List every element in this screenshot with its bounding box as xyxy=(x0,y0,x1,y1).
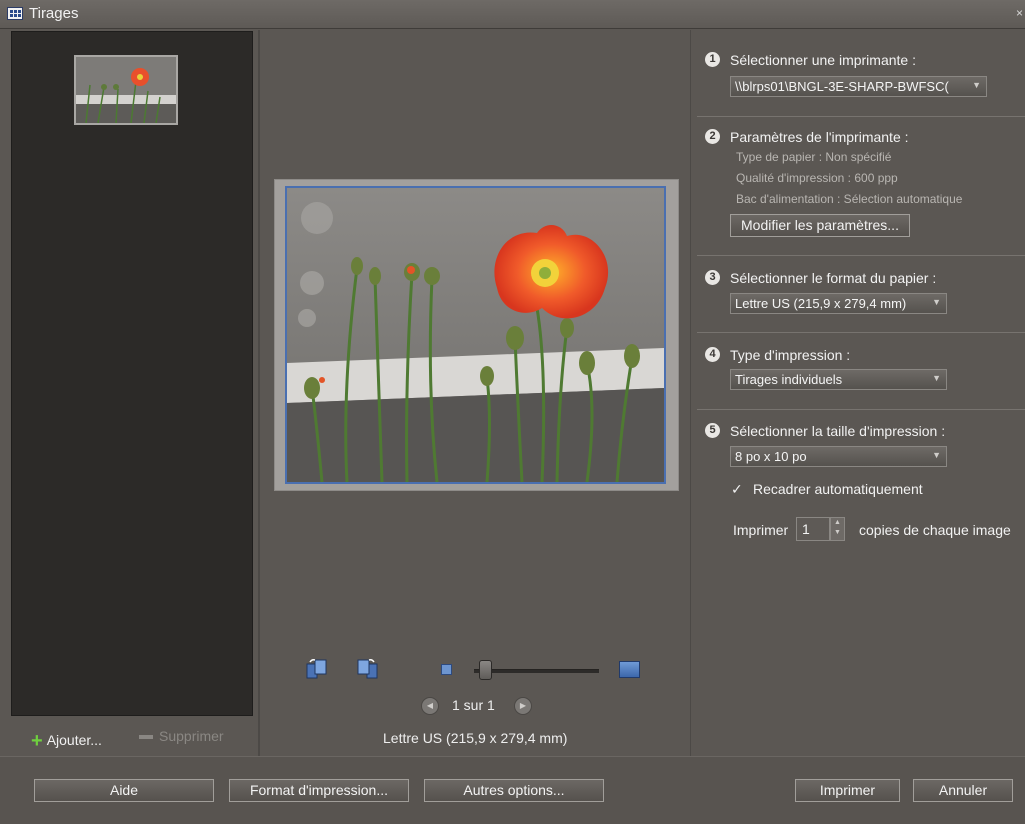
divider xyxy=(690,30,691,756)
step-label: Type d'impression : xyxy=(730,347,851,363)
divider xyxy=(258,30,260,756)
print-size-value: 8 po x 10 po xyxy=(735,449,807,464)
title-bar: Tirages × xyxy=(0,0,1025,29)
close-icon[interactable]: × xyxy=(1016,6,1023,20)
copies-suffix-label: copies de chaque image xyxy=(859,522,1011,538)
step-number: 5 xyxy=(705,423,720,438)
step-label: Sélectionner une imprimante : xyxy=(730,52,916,68)
preview-image[interactable] xyxy=(285,186,666,484)
more-options-button[interactable]: Autres options... xyxy=(424,779,604,802)
auto-crop-checkbox[interactable]: ✓ xyxy=(731,482,745,496)
poppy-photo xyxy=(287,188,664,482)
divider xyxy=(697,409,1025,410)
step-number: 3 xyxy=(705,270,720,285)
print-preview xyxy=(274,179,679,491)
step-number: 1 xyxy=(705,52,720,67)
zoom-slider-track[interactable] xyxy=(474,669,599,673)
poppy-thumbnail-image xyxy=(76,57,176,123)
step-number: 4 xyxy=(705,347,720,362)
divider xyxy=(697,332,1025,333)
window-title: Tirages xyxy=(29,5,79,22)
minus-icon xyxy=(139,735,153,740)
thumbnail-actions: + Ajouter... Supprimer xyxy=(11,722,251,752)
zoom-slider-handle[interactable] xyxy=(478,660,492,680)
remove-button: Supprimer xyxy=(139,728,224,744)
remove-button-label: Supprimer xyxy=(159,728,224,744)
thumbnail-panel xyxy=(11,31,253,716)
step-number: 2 xyxy=(705,129,720,144)
chevron-down-icon: ▼ xyxy=(932,297,941,307)
paper-format-value: Lettre US (215,9 x 279,4 mm) xyxy=(735,296,907,311)
copies-input[interactable]: 1 xyxy=(796,517,830,541)
divider xyxy=(697,255,1025,256)
print-button[interactable]: Imprimer xyxy=(795,779,900,802)
page-indicator: 1 sur 1 xyxy=(452,697,495,713)
photo-thumbnail[interactable] xyxy=(74,55,178,125)
chevron-down-icon: ▼ xyxy=(972,80,981,90)
paper-type-info: Type de papier : Non spécifié xyxy=(736,150,892,164)
chevron-left-icon[interactable]: ◀ xyxy=(421,697,439,715)
step-label: Paramètres de l'imprimante : xyxy=(730,129,909,145)
grid-icon xyxy=(7,7,23,20)
rotate-left-icon[interactable] xyxy=(306,658,328,680)
add-button[interactable]: + Ajouter... xyxy=(31,728,102,752)
zoom-out-icon[interactable] xyxy=(441,664,452,675)
rotate-right-icon[interactable] xyxy=(356,658,378,680)
print-type-value: Tirages individuels xyxy=(735,372,843,387)
copies-prefix-label: Imprimer xyxy=(733,522,789,538)
modify-settings-button[interactable]: Modifier les paramètres... xyxy=(730,214,910,237)
printer-dropdown[interactable]: \\blrps01\BNGL-3E-SHARP-BWFSC( ▼ xyxy=(730,76,987,97)
paper-tray-info: Bac d'alimentation : Sélection automatiq… xyxy=(736,192,963,206)
cancel-button[interactable]: Annuler xyxy=(913,779,1013,802)
chevron-down-icon: ▼ xyxy=(932,373,941,383)
chevron-right-icon[interactable]: ▶ xyxy=(514,697,532,715)
help-button[interactable]: Aide xyxy=(34,779,214,802)
print-type-dropdown[interactable]: Tirages individuels ▼ xyxy=(730,369,947,390)
divider xyxy=(697,116,1025,117)
paper-size-caption: Lettre US (215,9 x 279,4 mm) xyxy=(383,730,568,746)
plus-icon: + xyxy=(31,730,43,752)
step-label: Sélectionner le format du papier : xyxy=(730,270,937,286)
copies-stepper[interactable]: ▲ ▼ xyxy=(830,517,845,541)
print-quality-info: Qualité d'impression : 600 ppp xyxy=(736,171,898,185)
chevron-down-icon: ▼ xyxy=(932,450,941,460)
auto-crop-label[interactable]: Recadrer automatiquement xyxy=(753,481,923,497)
page-setup-button[interactable]: Format d'impression... xyxy=(229,779,409,802)
print-size-dropdown[interactable]: 8 po x 10 po ▼ xyxy=(730,446,947,467)
paper-format-dropdown[interactable]: Lettre US (215,9 x 279,4 mm) ▼ xyxy=(730,293,947,314)
printer-dropdown-value: \\blrps01\BNGL-3E-SHARP-BWFSC( xyxy=(735,79,949,94)
step-label: Sélectionner la taille d'impression : xyxy=(730,423,946,439)
add-button-label: Ajouter... xyxy=(46,732,102,748)
zoom-in-icon[interactable] xyxy=(619,661,640,678)
